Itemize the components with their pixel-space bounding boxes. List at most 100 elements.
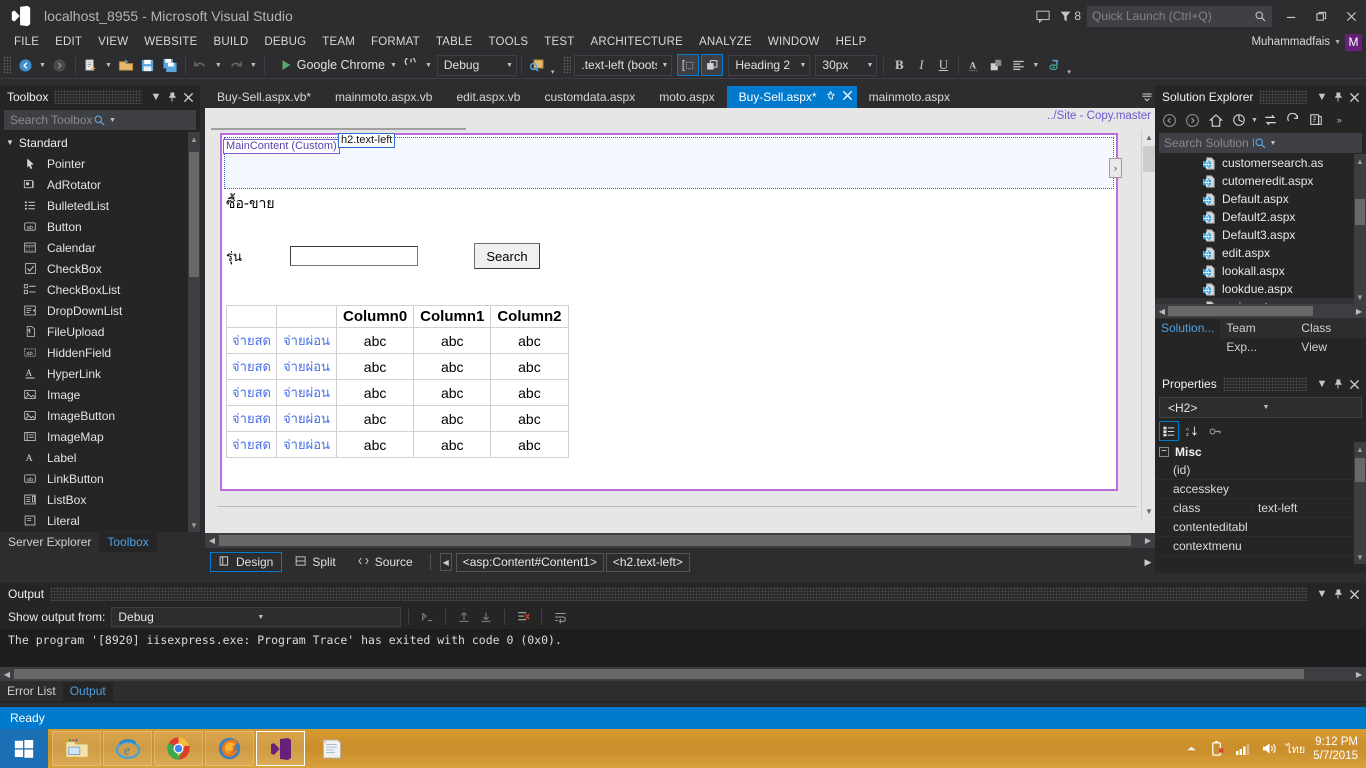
source-view-button[interactable]: Source xyxy=(349,552,421,572)
menu-help[interactable]: HELP xyxy=(828,32,875,52)
chevron-down-icon[interactable]: ▼ xyxy=(506,62,513,69)
insert-hyperlink-icon[interactable] xyxy=(1042,54,1064,76)
menu-edit[interactable]: EDIT xyxy=(47,32,90,52)
properties-events-icon[interactable] xyxy=(1205,421,1225,441)
design-view-button[interactable]: Design xyxy=(210,552,283,572)
chevron-down-icon[interactable]: ▼ xyxy=(1251,117,1258,124)
table-row[interactable]: จ่ายสด จ่ายผ่อน abc abc abc xyxy=(226,327,569,354)
menu-file[interactable]: FILE xyxy=(6,32,47,52)
design-surface[interactable]: ../Site - Copy.master MainContent (Custo… xyxy=(205,108,1155,533)
new-item-dropdown-icon[interactable]: ▼ xyxy=(102,62,115,69)
pin-icon[interactable] xyxy=(164,89,180,105)
network-icon[interactable] xyxy=(1234,740,1252,758)
editor-tab-mainmoto-aspx-vb[interactable]: mainmoto.aspx.vb xyxy=(323,86,445,108)
start-debug-icon[interactable] xyxy=(275,54,297,76)
scroll-up-icon[interactable]: ▲ xyxy=(1354,154,1366,168)
toolbox-item-pointer[interactable]: Pointer xyxy=(0,153,200,174)
breadcrumb-h2-text-left[interactable]: <h2.text-left> xyxy=(605,552,690,572)
output-horizontal-scrollbar[interactable]: ◀ ▶ xyxy=(0,667,1366,681)
categorized-view-icon[interactable] xyxy=(1159,421,1179,441)
scroll-left-icon[interactable]: ◀ xyxy=(205,533,219,548)
toolbox-item-localize[interactable]: Localize xyxy=(0,531,200,532)
navigate-back-dropdown-icon[interactable]: ▼ xyxy=(36,62,49,69)
toolbar-grip[interactable] xyxy=(3,56,11,74)
toolbox-item-button[interactable]: ab Button xyxy=(0,216,200,237)
restore-button[interactable] xyxy=(1306,1,1336,31)
properties-drag-handle[interactable] xyxy=(1222,377,1308,391)
chevron-down-icon[interactable]: ▼ xyxy=(866,62,873,69)
avatar[interactable]: M xyxy=(1345,33,1362,51)
solution-item-lookall[interactable]: ▶ lookall.aspx xyxy=(1155,262,1366,280)
clock[interactable]: 9:12 PM 5/7/2015 xyxy=(1313,735,1358,763)
close-icon[interactable] xyxy=(1346,89,1362,105)
search-button[interactable]: Search xyxy=(474,243,540,269)
chevron-down-icon[interactable]: ▼ xyxy=(148,89,164,105)
editor-tab-customdata-aspx[interactable]: customdata.aspx xyxy=(532,86,648,108)
cell-pay-installment[interactable]: จ่ายผ่อน xyxy=(276,405,337,432)
toolbox-item-imagebutton[interactable]: ImageButton xyxy=(0,405,200,426)
editor-tab-mainmoto-aspx[interactable]: mainmoto.aspx xyxy=(856,86,962,108)
chevron-down-icon[interactable]: ▼ xyxy=(1267,140,1360,147)
start-debug-dropdown-icon[interactable]: ▼ xyxy=(387,62,400,69)
design-content-area[interactable]: › ซื้อ-ขาย รุ่น Search Column0 Column1 C… xyxy=(220,133,1122,491)
pin-icon[interactable] xyxy=(1330,89,1346,105)
cell-pay-cash[interactable]: จ่ายสด xyxy=(226,405,277,432)
editor-tab-buy-sell-aspx[interactable]: Buy-Sell.aspx* xyxy=(726,86,857,108)
new-item-icon[interactable] xyxy=(80,54,102,76)
solution-explorer-tree[interactable]: ▶ customersearch.as ▶ cutomeredit.aspx ▶… xyxy=(1155,154,1366,304)
bold-button[interactable]: B xyxy=(888,54,910,76)
collapse-icon[interactable]: − xyxy=(1159,446,1169,457)
save-all-icon[interactable] xyxy=(159,54,181,76)
show-hidden-icons-icon[interactable] xyxy=(1182,740,1200,758)
selected-element-tag[interactable]: h2.text-left xyxy=(338,133,396,148)
back-icon[interactable] xyxy=(1159,110,1180,131)
tab-overflow-icon[interactable] xyxy=(1139,86,1155,108)
tab-error-list[interactable]: Error List xyxy=(0,682,63,701)
menu-tools[interactable]: TOOLS xyxy=(480,32,536,52)
underline-button[interactable]: U xyxy=(932,54,954,76)
battery-icon[interactable] xyxy=(1208,740,1226,758)
chevron-down-icon[interactable]: ▼ xyxy=(1263,404,1358,411)
open-file-icon[interactable] xyxy=(115,54,137,76)
restore-layout-icon[interactable] xyxy=(701,54,724,76)
scroll-up-icon[interactable]: ▲ xyxy=(188,132,200,146)
table-row[interactable]: จ่ายสด จ่ายผ่อน abc abc abc xyxy=(226,405,569,432)
scroll-right-icon[interactable]: ▶ xyxy=(1352,667,1366,682)
cell-pay-cash[interactable]: จ่ายสด xyxy=(226,379,277,406)
table-row[interactable]: จ่ายสด จ่ายผ่อน abc abc abc xyxy=(226,379,569,406)
content-region-tag[interactable]: MainContent (Custom) xyxy=(223,139,340,154)
toolbox-item-label[interactable]: A Label xyxy=(0,447,200,468)
chevron-down-icon[interactable]: ▼ xyxy=(661,62,668,69)
clear-all-icon[interactable] xyxy=(512,607,534,627)
toolbox-item-imagemap[interactable]: ImageMap xyxy=(0,426,200,447)
solution-explorer-search-input[interactable]: Search Solution Explorer (Ctrl+; ▼ xyxy=(1159,133,1362,153)
menu-website[interactable]: WEBSITE xyxy=(136,32,205,52)
windows-start-icon[interactable] xyxy=(0,729,48,768)
scroll-down-icon[interactable]: ▼ xyxy=(1354,290,1366,304)
foreground-color-icon[interactable]: A xyxy=(963,54,985,76)
toolbox-drag-handle[interactable] xyxy=(54,90,142,104)
solution-item-default[interactable]: ▶ Default.aspx xyxy=(1155,190,1366,208)
toolbox-group-standard[interactable]: ▼ Standard xyxy=(0,132,200,153)
editor-tab-buy-sell-aspx-vb[interactable]: Buy-Sell.aspx.vb* xyxy=(205,86,324,108)
solution-explorer-drag-handle[interactable] xyxy=(1259,90,1308,104)
scroll-up-icon[interactable]: ▲ xyxy=(1142,130,1156,145)
design-horizontal-scrollbar[interactable]: ◀ ▶ xyxy=(205,533,1155,548)
tab-toolbox[interactable]: Toolbox xyxy=(99,533,157,552)
scroll-left-icon[interactable]: ◀ xyxy=(1155,304,1169,319)
output-text-area[interactable]: The program '[8920] iisexpress.exe: Prog… xyxy=(0,629,1366,667)
block-format-select[interactable]: Heading 2 ▼ xyxy=(728,54,811,76)
toolbox-item-literal[interactable]: Literal xyxy=(0,510,200,531)
solution-explorer-vertical-scrollbar[interactable]: ▲ ▼ xyxy=(1354,154,1366,304)
scroll-down-icon[interactable]: ▼ xyxy=(1354,550,1366,564)
chevron-down-icon[interactable]: ▼ xyxy=(1314,89,1330,105)
save-icon[interactable] xyxy=(137,54,159,76)
toolbox-item-image[interactable]: Image xyxy=(0,384,200,405)
solution-item-edit[interactable]: ▶ edit.aspx xyxy=(1155,244,1366,262)
find-in-files-icon[interactable] xyxy=(526,54,548,76)
solution-item-default3[interactable]: ▶ Default3.aspx xyxy=(1155,226,1366,244)
menu-table[interactable]: TABLE xyxy=(428,32,481,52)
solution-explorer-scroll-thumb[interactable] xyxy=(1355,199,1365,225)
editor-tab-moto-aspx[interactable]: moto.aspx xyxy=(647,86,727,108)
internet-explorer-icon[interactable]: e xyxy=(103,731,152,766)
